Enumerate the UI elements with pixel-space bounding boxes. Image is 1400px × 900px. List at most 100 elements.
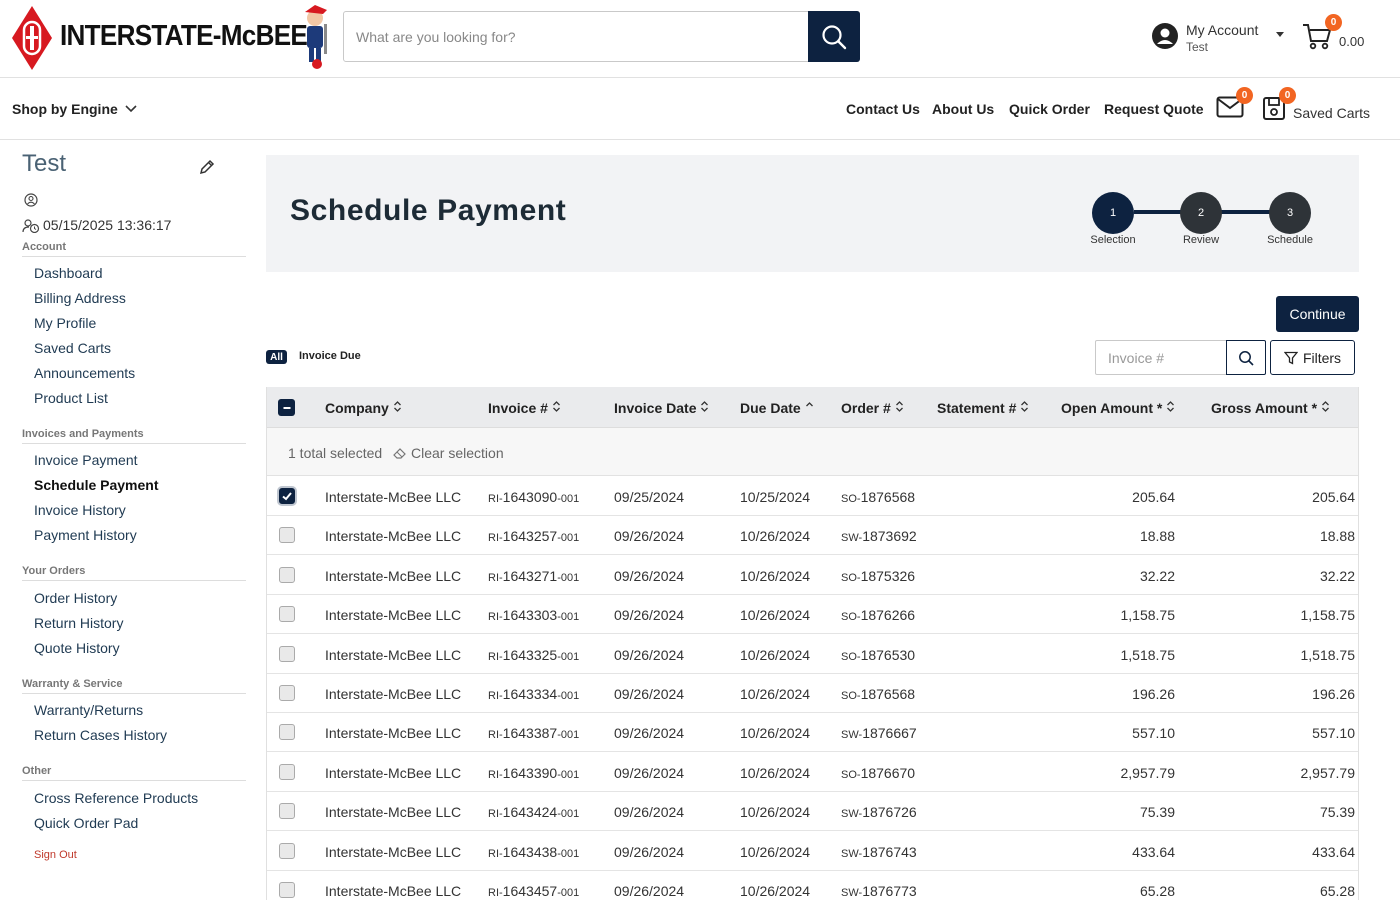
cell-invoice-number[interactable]: RI-1643457-001 [488, 883, 579, 899]
sidebar-item-return-cases-history[interactable]: Return Cases History [34, 727, 167, 743]
filter-chip-invoice-due[interactable]: Invoice Due [299, 350, 361, 362]
table-row[interactable]: Interstate-McBee LLC RI-1643303-001 09/26/… [267, 594, 1358, 635]
table-row[interactable]: Interstate-McBee LLC RI-1643325-001 09/26/… [267, 634, 1358, 674]
sidebar-item-quick-order-pad[interactable]: Quick Order Pad [34, 815, 138, 831]
row-checkbox[interactable] [279, 527, 295, 544]
table-row[interactable]: Interstate-McBee LLC RI-1643390-001 09/26/… [267, 752, 1358, 792]
sidebar-item-product-list[interactable]: Product List [34, 390, 108, 406]
nav-quick-order[interactable]: Quick Order [1009, 101, 1090, 117]
site-search-input[interactable] [344, 12, 804, 61]
sidebar-item-warranty-returns[interactable]: Warranty/Returns [34, 702, 143, 718]
col-order-number[interactable]: Order # [841, 400, 904, 416]
col-statement-number[interactable]: Statement # [937, 400, 1029, 416]
cell-order-number[interactable]: SW-1876773 [841, 883, 917, 899]
cell-invoice-number[interactable]: RI-1643325-001 [488, 647, 579, 663]
invoice-search-button[interactable] [1226, 340, 1266, 375]
table-row[interactable]: Interstate-McBee LLC RI-1643424-001 09/26/… [267, 791, 1358, 832]
invoice-search-input[interactable] [1096, 341, 1216, 374]
continue-button[interactable]: Continue [1276, 296, 1359, 332]
table-row[interactable]: Interstate-McBee LLC RI-1643457-001 09/26/… [267, 870, 1358, 900]
cell-order-number[interactable]: SO-1876670 [841, 765, 915, 781]
row-checkbox[interactable] [279, 763, 295, 780]
col-due-date[interactable]: Due Date [740, 400, 814, 416]
cell-order-number[interactable]: SO-1876568 [841, 686, 915, 702]
sign-out-link[interactable]: Sign Out [34, 849, 77, 861]
cell-invoice-number[interactable]: RI-1643438-001 [488, 844, 579, 860]
sidebar-item-invoice-payment[interactable]: Invoice Payment [34, 452, 138, 468]
cell-order-number[interactable]: SO-1876568 [841, 489, 915, 505]
cell-invoice-number[interactable]: RI-1643257-001 [488, 528, 579, 544]
brand-logo-icon[interactable] [12, 6, 52, 70]
table-row[interactable]: Interstate-McBee LLC RI-1643438-001 09/26/… [267, 831, 1358, 871]
col-invoice-number[interactable]: Invoice # [488, 400, 561, 416]
sidebar-item-billing-address[interactable]: Billing Address [34, 290, 126, 306]
sidebar-item-announcements[interactable]: Announcements [34, 365, 135, 381]
filter-chip-all[interactable]: All [266, 350, 287, 364]
sidebar-item-schedule-payment[interactable]: Schedule Payment [34, 477, 159, 493]
sidebar-item-payment-history[interactable]: Payment History [34, 527, 137, 543]
table-row[interactable]: Interstate-McBee LLC RI-1643387-001 09/26/… [267, 712, 1358, 753]
sidebar-item-invoice-history[interactable]: Invoice History [34, 502, 126, 518]
col-open-amount-label: Open Amount * [1061, 400, 1163, 416]
row-checkbox[interactable] [279, 645, 295, 662]
col-invoice-date[interactable]: Invoice Date [614, 400, 709, 416]
cell-order-number[interactable]: SO-1875326 [841, 568, 915, 584]
table-row[interactable]: Interstate-McBee LLC RI-1643090-001 09/25/… [267, 476, 1358, 516]
search-icon [822, 24, 847, 49]
cell-order-number[interactable]: SW-1876743 [841, 844, 917, 860]
row-checkbox[interactable] [279, 606, 295, 623]
cell-open-amount: 196.26 [1132, 686, 1175, 702]
row-checkbox[interactable] [279, 566, 295, 583]
sidebar-item-order-history[interactable]: Order History [34, 590, 117, 606]
table-row[interactable]: Interstate-McBee LLC RI-1643257-001 09/26/… [267, 515, 1358, 556]
col-company[interactable]: Company [325, 400, 402, 416]
cell-invoice-number[interactable]: RI-1643387-001 [488, 725, 579, 741]
row-checkbox[interactable] [279, 882, 295, 898]
col-gross-amount[interactable]: Gross Amount * [1211, 400, 1330, 416]
sidebar-item-cross-reference-products[interactable]: Cross Reference Products [34, 790, 198, 806]
cell-invoice-number[interactable]: RI-1643090-001 [488, 489, 579, 505]
saved-carts-link[interactable]: Saved Carts [1293, 105, 1370, 121]
col-open-amount[interactable]: Open Amount * [1061, 400, 1175, 416]
row-checkbox[interactable] [279, 685, 295, 701]
table-row[interactable]: Interstate-McBee LLC RI-1643334-001 09/26/… [267, 673, 1358, 713]
shop-by-engine-menu[interactable]: Shop by Engine [12, 101, 138, 117]
invoice-number: 1643424 [502, 804, 558, 821]
cell-order-number[interactable]: SW-1876667 [841, 725, 917, 741]
filters-button[interactable]: Filters [1270, 340, 1355, 375]
cell-order-number[interactable]: SO-1876530 [841, 647, 915, 663]
sidebar-item-saved-carts[interactable]: Saved Carts [34, 340, 111, 356]
cell-invoice-number[interactable]: RI-1643334-001 [488, 686, 579, 702]
sidebar-item-dashboard[interactable]: Dashboard [34, 265, 103, 281]
nav-contact-us[interactable]: Contact Us [846, 101, 920, 117]
row-checkbox[interactable] [279, 842, 295, 859]
sidebar-item-my-profile[interactable]: My Profile [34, 315, 96, 331]
cell-invoice-number[interactable]: RI-1643424-001 [488, 804, 579, 820]
search-button[interactable] [808, 11, 860, 62]
row-checkbox[interactable] [279, 803, 295, 820]
cell-order-number[interactable]: SW-1876726 [841, 804, 917, 820]
account-icon[interactable] [1151, 22, 1179, 50]
nav-request-quote[interactable]: Request Quote [1104, 101, 1204, 117]
account-dropdown-icon[interactable] [1276, 32, 1284, 37]
my-account-link[interactable]: My Account [1186, 22, 1258, 38]
sidebar-item-return-history[interactable]: Return History [34, 615, 123, 631]
cell-invoice-number[interactable]: RI-1643303-001 [488, 607, 579, 623]
brand-name[interactable]: INTERSTATE-McBEE [60, 20, 308, 53]
cell-open-amount: 18.88 [1139, 528, 1175, 545]
table-row[interactable]: Interstate-McBee LLC RI-1643271-001 09/26/… [267, 555, 1358, 595]
cell-invoice-number[interactable]: RI-1643271-001 [488, 568, 579, 584]
row-checkbox[interactable] [279, 488, 295, 504]
cell-invoice-number[interactable]: RI-1643390-001 [488, 765, 579, 781]
edit-pencil-icon[interactable] [198, 158, 216, 176]
cell-gross-amount: 18.88 [1319, 528, 1355, 545]
minus-icon [283, 406, 290, 409]
col-invoice-number-label: Invoice # [488, 400, 548, 416]
nav-about-us[interactable]: About Us [932, 101, 994, 117]
row-checkbox[interactable] [279, 724, 295, 741]
select-all-checkbox[interactable] [278, 399, 295, 416]
cell-order-number[interactable]: SW-1873692 [841, 528, 917, 544]
clear-selection-button[interactable]: Clear selection [393, 445, 504, 461]
sidebar-item-quote-history[interactable]: Quote History [34, 640, 120, 656]
cell-order-number[interactable]: SO-1876266 [841, 607, 915, 623]
